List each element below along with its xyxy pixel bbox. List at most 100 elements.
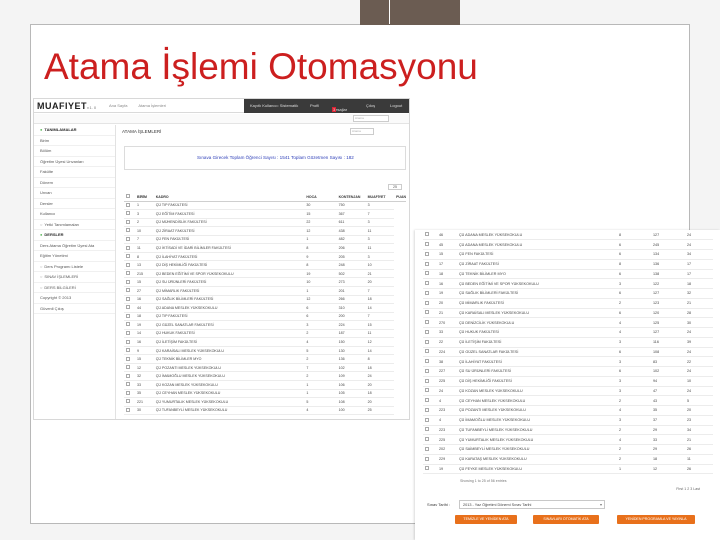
row-checkbox[interactable]	[126, 288, 130, 293]
row-checkbox[interactable]	[425, 251, 429, 256]
logout-link[interactable]: Logout	[390, 103, 402, 108]
row-checkbox[interactable]	[425, 300, 429, 305]
table-row[interactable]: 227 ÇÜ SU ÜRÜNLERİ FAKÜLTESİ 6 102 24	[423, 366, 713, 377]
table-row[interactable]: 17 ÇÜ ZİRAAT FAKÜLTESİ 8 136 17	[423, 259, 713, 270]
sidebar-item-title[interactable]: Unvan	[34, 188, 115, 199]
table-row[interactable]: 223 ÇÜ POZANTI MESLEK YÜKSEKOKULU 4 35 20	[423, 405, 713, 416]
row-checkbox[interactable]	[126, 296, 130, 301]
table-row[interactable]: 22 ÇÜ İLETİŞİM FAKÜLTESİ 3 116 39	[423, 337, 713, 348]
table-row[interactable]: 16 ÇÜ BEDEN EĞİTİMİ VE SPOR YÜKSEKOKULU 3 1…	[423, 278, 713, 289]
row-select-cell[interactable]	[124, 320, 136, 330]
table-row[interactable]: 27 ÇÜ MİMARLIK FAKÜLTESİ 1 201 7	[124, 286, 406, 296]
row-select-cell[interactable]	[423, 356, 437, 367]
table-row[interactable]: 223 ÇÜ TUFANBEYLİ MESLEK YÜKSEKOKULU 2 29 34	[423, 425, 713, 436]
sidebar-item-schedule[interactable]: Ders Programı Listele	[34, 262, 115, 272]
user-name[interactable]: Kayıtlı Kullanıcı: Sistematik	[250, 103, 298, 108]
table-row[interactable]: 15 ÇÜ SU ÜRÜNLERİ FAKÜLTESİ 10 273 20	[124, 277, 406, 287]
row-checkbox[interactable]	[425, 378, 429, 383]
table-row[interactable]: 44 ÇÜ ADANA MESLEK YÜKSEKOKULU 6 310 14	[124, 303, 406, 313]
row-checkbox[interactable]	[126, 262, 130, 267]
row-select-cell[interactable]	[423, 347, 437, 358]
row-select-cell[interactable]	[423, 239, 437, 250]
row-select-cell[interactable]	[423, 405, 437, 416]
row-checkbox[interactable]	[425, 446, 429, 451]
row-checkbox[interactable]	[126, 219, 130, 224]
row-checkbox[interactable]	[425, 388, 429, 393]
table-row[interactable]: 13 ÇÜ DİŞ HEKİMLİĞİ FAKÜLTESİ 8 248 10	[124, 260, 406, 270]
table-row[interactable]: 12 ÇÜ POZANTI MESLEK YÜKSEKOKULU 7 102 18	[124, 363, 406, 373]
row-checkbox[interactable]	[425, 398, 429, 403]
row-select-cell[interactable]	[124, 371, 136, 381]
col-lecturer[interactable]: HOCA	[304, 193, 337, 202]
row-select-cell[interactable]	[423, 366, 437, 377]
row-checkbox[interactable]	[425, 339, 429, 344]
row-select-cell[interactable]	[423, 434, 437, 445]
table-row[interactable]: 20 ÇÜ MİMARLIK FAKÜLTESİ 2 123 21	[423, 298, 713, 309]
row-select-cell[interactable]	[423, 308, 437, 319]
reset-and-assign-button[interactable]: TEMİZLE VE YENİDEN ATA	[455, 515, 517, 524]
sidebar-item-education[interactable]: Eğitim Yönetimi	[34, 251, 115, 262]
table-row[interactable]: 9 ÇÜ KARAİSALI MESLEK YÜKSEKOKULU 5 130 14	[124, 346, 406, 356]
row-select-cell[interactable]	[423, 464, 437, 475]
row-checkbox[interactable]	[126, 365, 130, 370]
sidebar-item-course-assign[interactable]: Ders Atama Öğretim Üyesi Ata	[34, 241, 115, 251]
row-checkbox[interactable]	[425, 320, 429, 325]
table-row[interactable]: 38 ÇÜ İLAHİYAT FAKÜLTESİ 3 83 22	[423, 356, 713, 367]
table-row[interactable]: 16 ÇÜ SAĞLIK BİLİMLERİ FAKÜLTESİ 12 266 18	[124, 295, 406, 305]
sidebar-item-term[interactable]: Dönem	[34, 178, 115, 188]
row-select-cell[interactable]	[423, 395, 437, 406]
select-all-checkbox[interactable]	[126, 194, 130, 199]
sidebar-item-department[interactable]: Bölüm	[34, 146, 115, 157]
table-row[interactable]: 221 ÇÜ YUMURTALIK MESLEK YÜKSEKOKULU 5 108 2…	[124, 397, 406, 407]
table-row[interactable]: 10 ÇÜ ZİRAAT FAKÜLTESİ 12 438 11	[124, 226, 406, 236]
row-checkbox[interactable]	[425, 261, 429, 266]
row-select-cell[interactable]	[124, 235, 136, 245]
row-checkbox[interactable]	[126, 245, 130, 250]
row-select-cell[interactable]	[124, 337, 136, 347]
table-row[interactable]: 229 ÇÜ KARATAŞ MESLEK YÜKSEKOKULU 2 18 11	[423, 454, 713, 465]
table-row[interactable]: 19 ÇÜ SAĞLIK BİLİMLERİ FAKÜLTESİ 6 127 32	[423, 288, 713, 299]
sidebar-item-faculty-titles[interactable]: Öğretim Üyesi Unvanları	[34, 157, 115, 167]
exit-link[interactable]: Çıkış	[366, 103, 375, 108]
table-row[interactable]: 224 ÇÜ GÜZEL SANATLAR FAKÜLTESİ 6 108 24	[423, 347, 713, 358]
row-checkbox[interactable]	[126, 254, 130, 259]
sidebar-item-unit[interactable]: Birim	[34, 136, 115, 146]
table-row[interactable]: 11 ÇÜ İKTİSADİ VE İDARİ BİLİMLER FAKÜLTES…	[124, 243, 406, 253]
pagination[interactable]: First 1 2 3 Last	[676, 487, 700, 491]
table-row[interactable]: 32 ÇÜ İMAMOĞLU MESLEK YÜKSEKOKULU 2 109 24	[124, 371, 406, 381]
table-row[interactable]: 202 ÇÜ SAİMBEYLİ MESLEK YÜKSEKOKULU 2 29 26	[423, 444, 713, 455]
row-checkbox[interactable]	[126, 211, 130, 216]
table-row[interactable]: 24 ÇÜ KOZAN MESLEK YÜKSEKOKULU 3 47 24	[423, 386, 713, 397]
row-select-cell[interactable]	[423, 269, 437, 280]
row-select-cell[interactable]	[124, 277, 136, 287]
table-row[interactable]: 4 ÇÜ CEYHAN MESLEK YÜKSEKOKULU 2 43 5	[423, 395, 713, 406]
per-page-select[interactable]: 25	[388, 184, 402, 190]
row-checkbox[interactable]	[126, 228, 130, 233]
sidebar-item-logout[interactable]: Güvenli Çıkış	[34, 304, 115, 314]
row-select-cell[interactable]	[124, 303, 136, 313]
row-select-cell[interactable]	[124, 389, 136, 399]
row-checkbox[interactable]	[425, 359, 429, 364]
sidebar-item-exams[interactable]: SINAV İŞLEMLERİ	[34, 272, 115, 283]
col-staff[interactable]: KADRO	[153, 193, 305, 202]
row-select-cell[interactable]	[124, 406, 136, 416]
table-row[interactable]: 19 ÇÜ GÜZEL SANATLAR FAKÜLTESİ 3 224 15	[124, 320, 406, 330]
table-row[interactable]: 225 ÇÜ YUMURTALIK MESLEK YÜKSEKOKULU 4 33 21	[423, 434, 713, 445]
row-checkbox[interactable]	[126, 390, 130, 395]
exam-date-select[interactable]: 2013 - Yaz Öğretimi Dönemi Sınav Tarihi …	[459, 500, 605, 509]
table-row[interactable]: 33 ÇÜ KOZAN MESLEK YÜKSEKOKULU 1 106 20	[124, 380, 406, 390]
row-checkbox[interactable]	[425, 368, 429, 373]
row-select-cell[interactable]	[423, 425, 437, 436]
table-row[interactable]: 15 ÇÜ FEN FAKÜLTESİ 6 134 34	[423, 249, 713, 260]
table-row[interactable]: 3 ÇÜ EĞİTİM FAKÜLTESİ 15 367 7	[124, 209, 406, 219]
row-checkbox[interactable]	[126, 202, 130, 207]
row-select-cell[interactable]	[124, 312, 136, 322]
table-row[interactable]: 14 ÇÜ HUKUK FAKÜLTESİ 2 187 11	[124, 329, 406, 339]
row-select-cell[interactable]	[124, 397, 136, 407]
row-select-cell[interactable]	[124, 226, 136, 236]
row-select-cell[interactable]	[423, 298, 437, 309]
row-checkbox[interactable]	[126, 382, 130, 387]
table-row[interactable]: 4 ÇÜ İMAMOĞLU MESLEK YÜKSEKOKULU 3 37 23	[423, 415, 713, 426]
row-select-cell[interactable]	[124, 363, 136, 373]
row-checkbox[interactable]	[425, 417, 429, 422]
